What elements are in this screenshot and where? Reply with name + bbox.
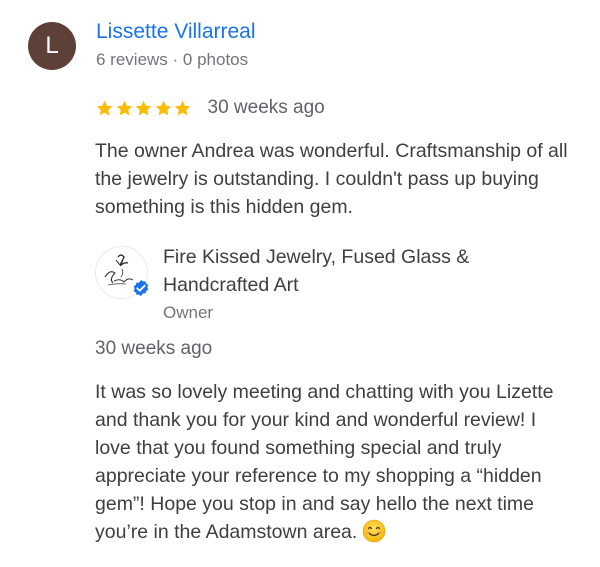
owner-reply-body: It was so lovely meeting and chatting wi…: [95, 381, 554, 543]
star-icon: [155, 100, 171, 115]
review-date: 30 weeks ago: [207, 97, 325, 118]
star-icon: [174, 100, 191, 115]
owner-role-label: Owner: [163, 303, 214, 322]
star-icon: [135, 100, 152, 115]
verified-check-icon: [132, 278, 150, 298]
review-text: The owner Andrea was wonderful. Craftsma…: [95, 140, 568, 218]
reply-date: 30 weeks ago: [95, 338, 213, 359]
star-rating: [95, 99, 193, 118]
avatar[interactable]: L: [28, 22, 76, 70]
reviewer-name-link[interactable]: Lissette Villarreal: [96, 20, 256, 44]
business-name-link[interactable]: Fire Kissed Jewelry, Fused Glass & Handc…: [163, 243, 523, 299]
rating-row: 30 weeks ago: [95, 95, 325, 121]
owner-reply-text: It was so lovely meeting and chatting wi…: [95, 378, 575, 546]
reviewer-meta: 6 reviews · 0 photos: [96, 50, 249, 69]
business-logo-icon: [95, 246, 150, 299]
star-icon: [116, 100, 132, 115]
star-icon: [96, 100, 113, 115]
smiling-face-emoji-icon: [363, 519, 386, 543]
